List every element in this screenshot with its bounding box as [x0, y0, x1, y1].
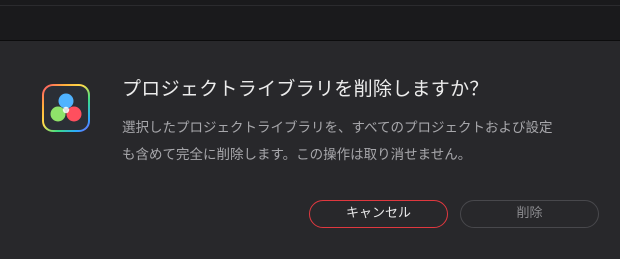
dialog-title: プロジェクトライブラリを削除しますか？ [122, 78, 489, 100]
dialog-message: 選択したプロジェクトライブラリを、すべてのプロジェクトおよび設定も含めて完全に削… [122, 120, 553, 163]
cancel-button[interactable]: キャンセル [309, 200, 448, 228]
resolve-logo-icon [50, 93, 82, 122]
delete-library-dialog: プロジェクトライブラリを削除しますか？ 選択したプロジェクトライブラリを、すべて… [0, 41, 620, 259]
davinci-resolve-app-icon [42, 84, 90, 132]
divider [0, 5, 620, 6]
delete-button[interactable]: 削除 [460, 200, 599, 228]
background-window-strip [0, 0, 620, 41]
